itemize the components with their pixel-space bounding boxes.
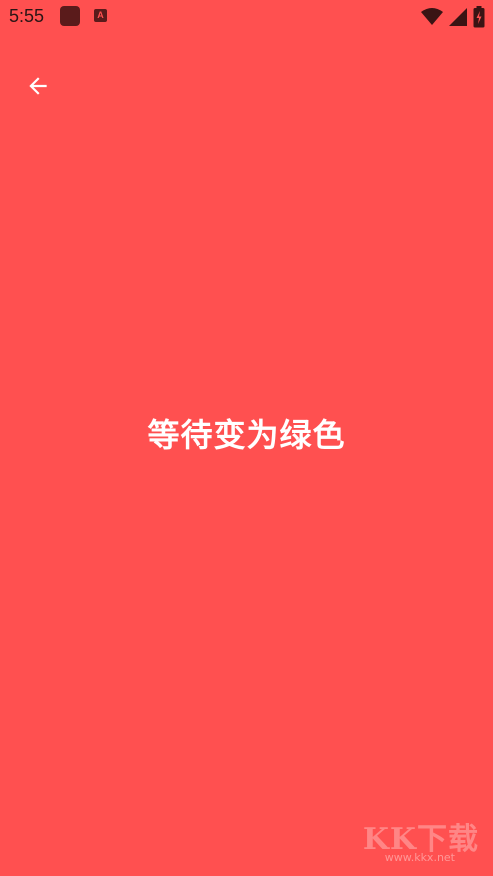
wait-message: 等待变为绿色 xyxy=(147,416,346,454)
a-badge-icon: A xyxy=(94,9,107,22)
wifi-icon xyxy=(421,8,443,26)
watermark: KK下载 www.kkx.net xyxy=(351,814,481,864)
reaction-screen[interactable]: 5:55 A 等待变为绿色 KK下载 www.kkx.net xyxy=(0,0,493,876)
back-button[interactable] xyxy=(18,70,58,106)
battery-icon xyxy=(473,6,485,28)
status-time: 5:55 xyxy=(9,6,45,26)
watermark-url: www.kkx.net xyxy=(384,851,455,864)
app-notification-icon xyxy=(60,6,80,26)
system-status-icons xyxy=(421,6,485,28)
status-bar: 5:55 A xyxy=(0,0,493,34)
signal-icon xyxy=(449,8,467,26)
arrow-left-icon xyxy=(25,73,51,103)
